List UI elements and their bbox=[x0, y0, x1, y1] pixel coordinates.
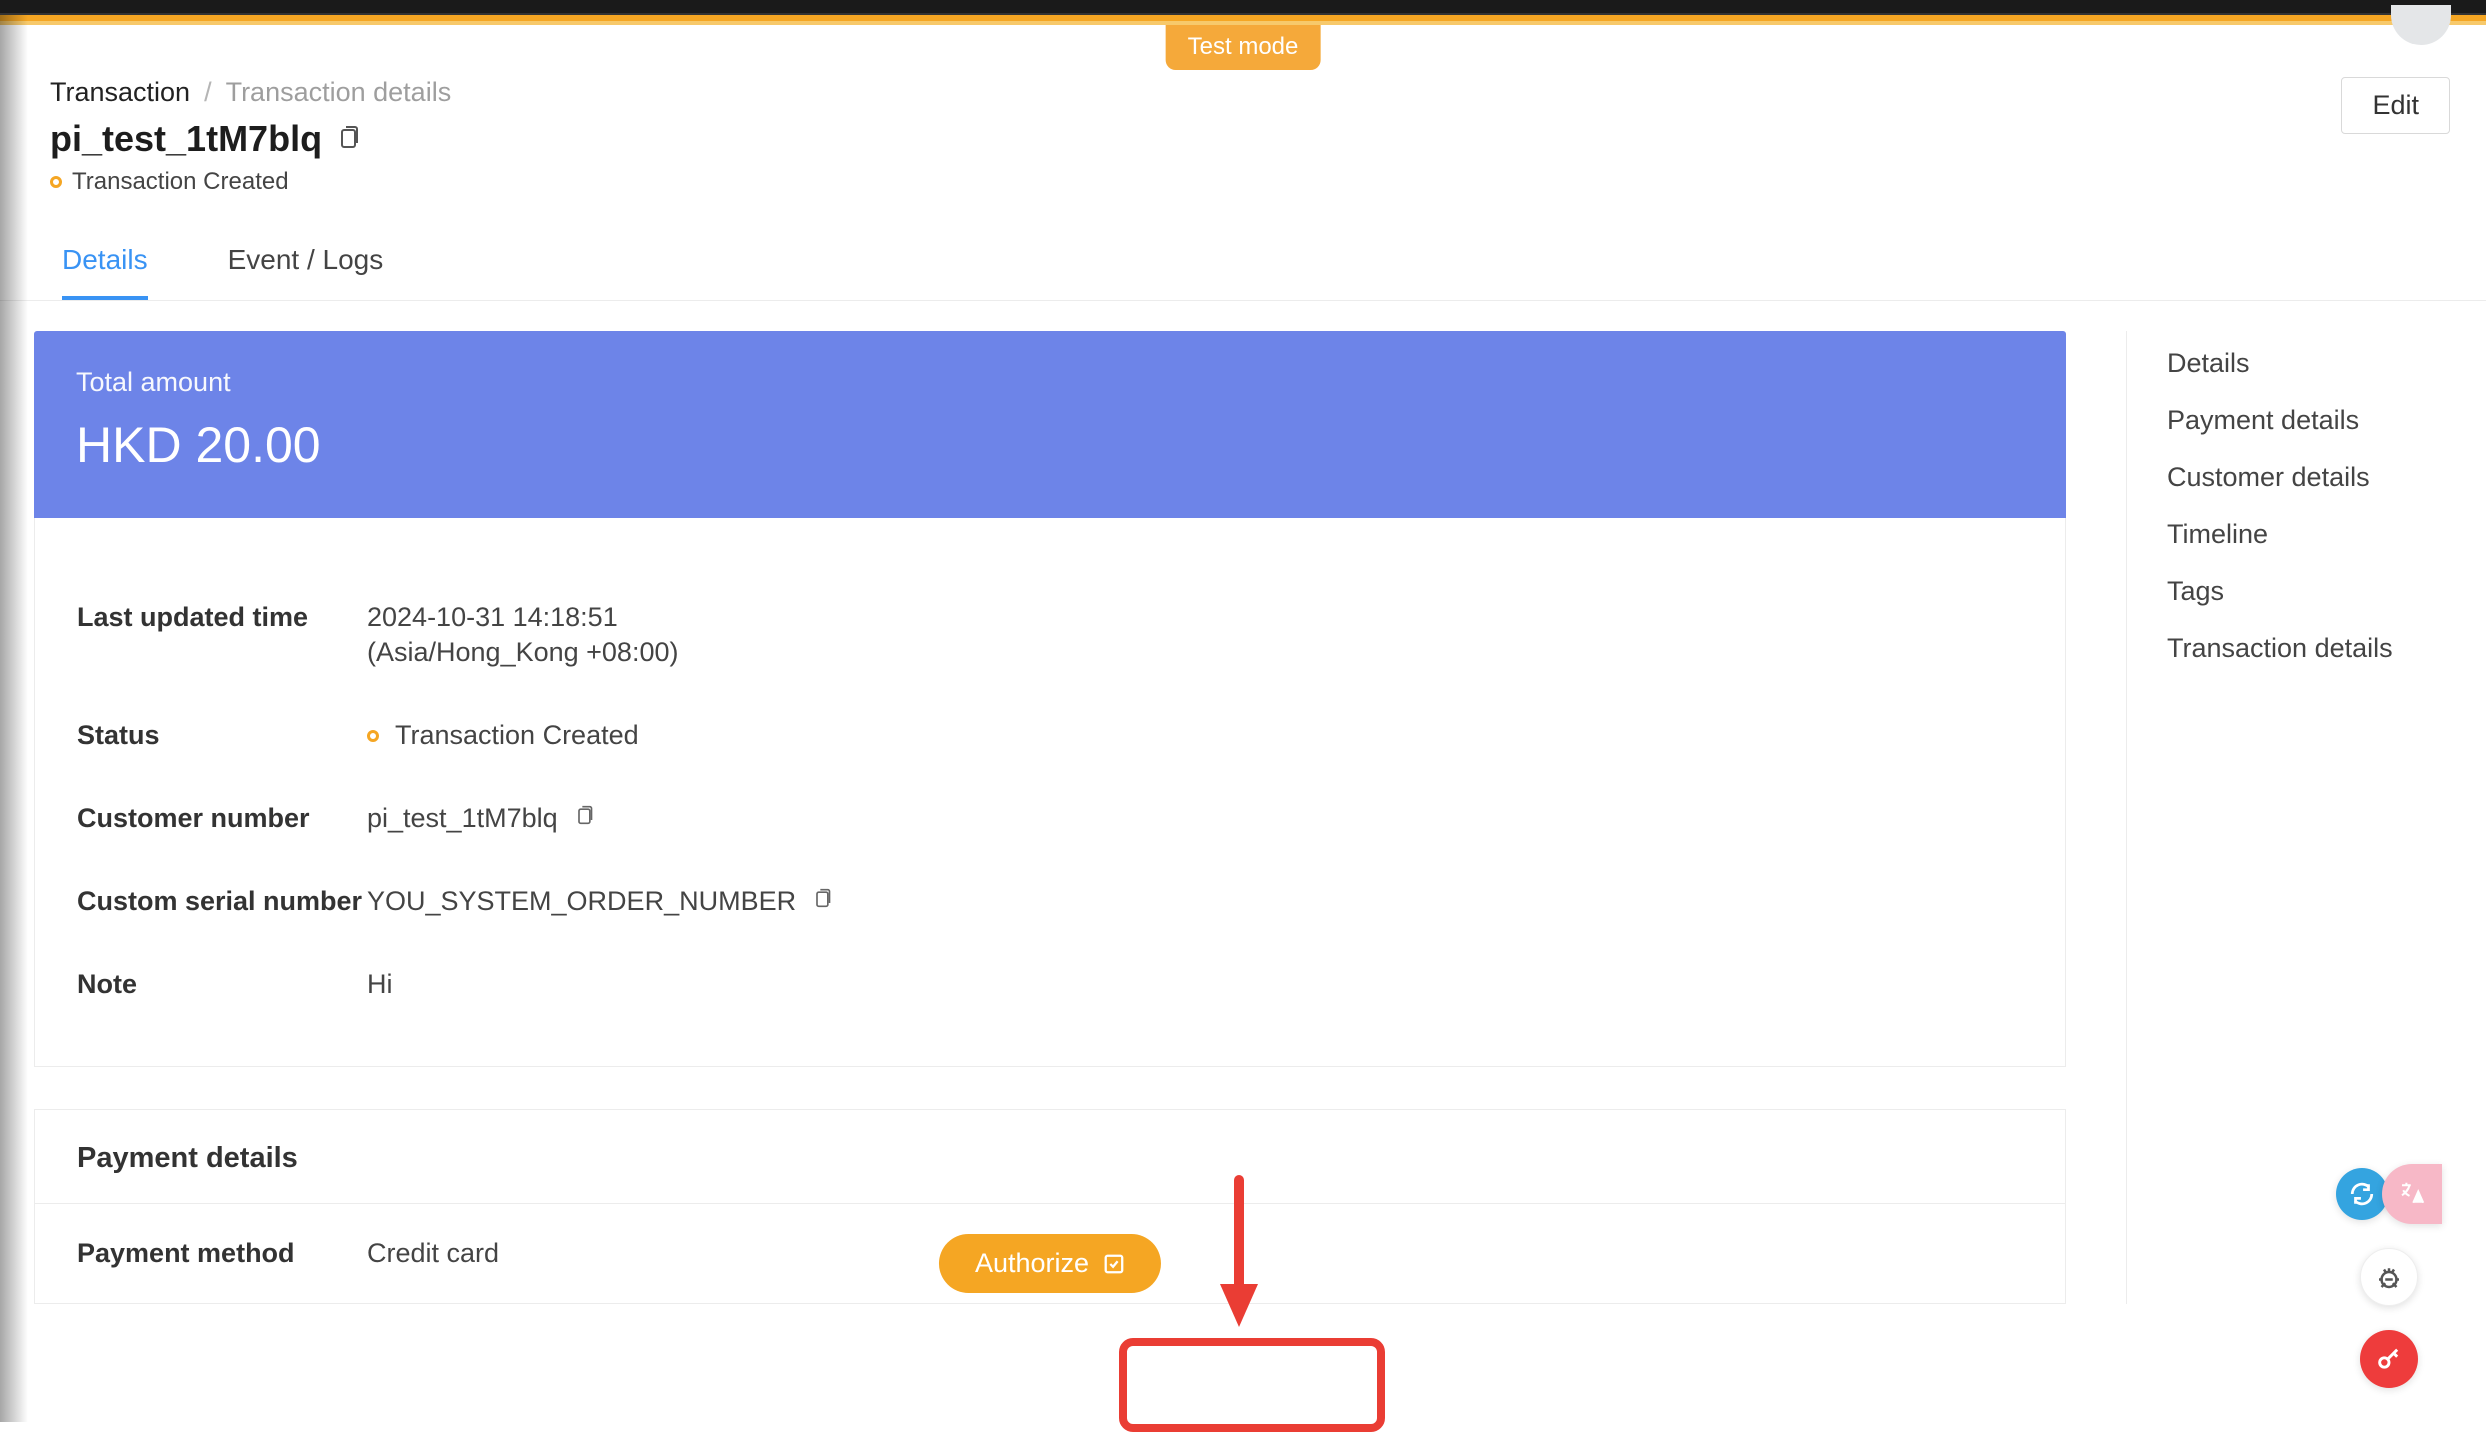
last-updated-time-tz: (Asia/Hong_Kong +08:00) bbox=[367, 637, 678, 668]
custom-serial-label: Custom serial number bbox=[77, 886, 367, 917]
total-amount-value: HKD 20.00 bbox=[76, 416, 2024, 474]
sidenav-details[interactable]: Details bbox=[2167, 335, 2446, 392]
left-shadow-decoration bbox=[0, 15, 28, 1422]
status-label: Status bbox=[77, 720, 367, 751]
sidenav-transaction-details[interactable]: Transaction details bbox=[2167, 620, 2446, 677]
scrollbar[interactable] bbox=[2476, 30, 2486, 1422]
last-updated-time-label: Last updated time bbox=[77, 602, 367, 633]
breadcrumb: Transaction / Transaction details bbox=[50, 77, 451, 108]
tab-event-logs[interactable]: Event / Logs bbox=[228, 244, 384, 300]
page-title: pi_test_1tM7blq bbox=[50, 118, 322, 160]
total-amount-card: Total amount HKD 20.00 bbox=[34, 331, 2066, 518]
breadcrumb-root[interactable]: Transaction bbox=[50, 77, 190, 108]
test-mode-badge: Test mode bbox=[1166, 25, 1321, 70]
sidenav-timeline[interactable]: Timeline bbox=[2167, 506, 2446, 563]
anchor-sidebar: Details Payment details Customer details… bbox=[2126, 331, 2446, 1304]
refresh-icon bbox=[2349, 1181, 2375, 1207]
last-updated-time-value: 2024-10-31 14:18:51 bbox=[367, 602, 678, 633]
translate-icon bbox=[2397, 1179, 2427, 1209]
note-label: Note bbox=[77, 969, 367, 1000]
copy-icon[interactable] bbox=[336, 123, 360, 156]
tabs: Details Event / Logs bbox=[0, 214, 2486, 301]
total-amount-label: Total amount bbox=[76, 367, 2024, 398]
authorize-button-label: Authorize bbox=[975, 1248, 1089, 1279]
details-card: Last updated time 2024-10-31 14:18:51 (A… bbox=[34, 518, 2066, 1067]
breadcrumb-current: Transaction details bbox=[226, 77, 452, 108]
copy-icon[interactable] bbox=[812, 886, 832, 917]
copy-icon[interactable] bbox=[574, 803, 594, 834]
status-dot-icon bbox=[50, 176, 62, 188]
bug-icon bbox=[2374, 1262, 2404, 1292]
sidenav-tags[interactable]: Tags bbox=[2167, 563, 2446, 620]
payment-method-label: Payment method bbox=[77, 1238, 367, 1269]
payment-details-card: Payment details Payment method Credit ca… bbox=[34, 1109, 2066, 1304]
status-badge: Transaction Created bbox=[50, 168, 451, 196]
translate-fab[interactable] bbox=[2382, 1164, 2442, 1224]
annotation-highlight-box bbox=[1119, 1338, 1385, 1432]
key-fab[interactable] bbox=[2360, 1330, 2418, 1388]
status-text: Transaction Created bbox=[72, 168, 289, 196]
breadcrumb-sep: / bbox=[204, 77, 212, 108]
custom-serial-value: YOU_SYSTEM_ORDER_NUMBER bbox=[367, 886, 796, 917]
payment-details-title: Payment details bbox=[35, 1110, 2065, 1204]
sidenav-payment-details[interactable]: Payment details bbox=[2167, 392, 2446, 449]
check-box-icon bbox=[1103, 1253, 1125, 1275]
status-value: Transaction Created bbox=[395, 720, 639, 751]
payment-method-value: Credit card bbox=[367, 1238, 499, 1269]
browser-chrome-bar bbox=[0, 0, 2486, 15]
customer-number-value: pi_test_1tM7blq bbox=[367, 803, 558, 834]
authorize-button[interactable]: Authorize bbox=[939, 1234, 1161, 1293]
bug-fab[interactable] bbox=[2360, 1248, 2418, 1306]
refresh-fab[interactable] bbox=[2336, 1168, 2388, 1220]
status-dot-icon bbox=[367, 730, 379, 742]
edit-button[interactable]: Edit bbox=[2341, 77, 2450, 134]
key-icon bbox=[2375, 1345, 2403, 1373]
customer-number-label: Customer number bbox=[77, 803, 367, 834]
note-value: Hi bbox=[367, 969, 393, 1000]
tab-details[interactable]: Details bbox=[62, 244, 148, 300]
sidenav-customer-details[interactable]: Customer details bbox=[2167, 449, 2446, 506]
